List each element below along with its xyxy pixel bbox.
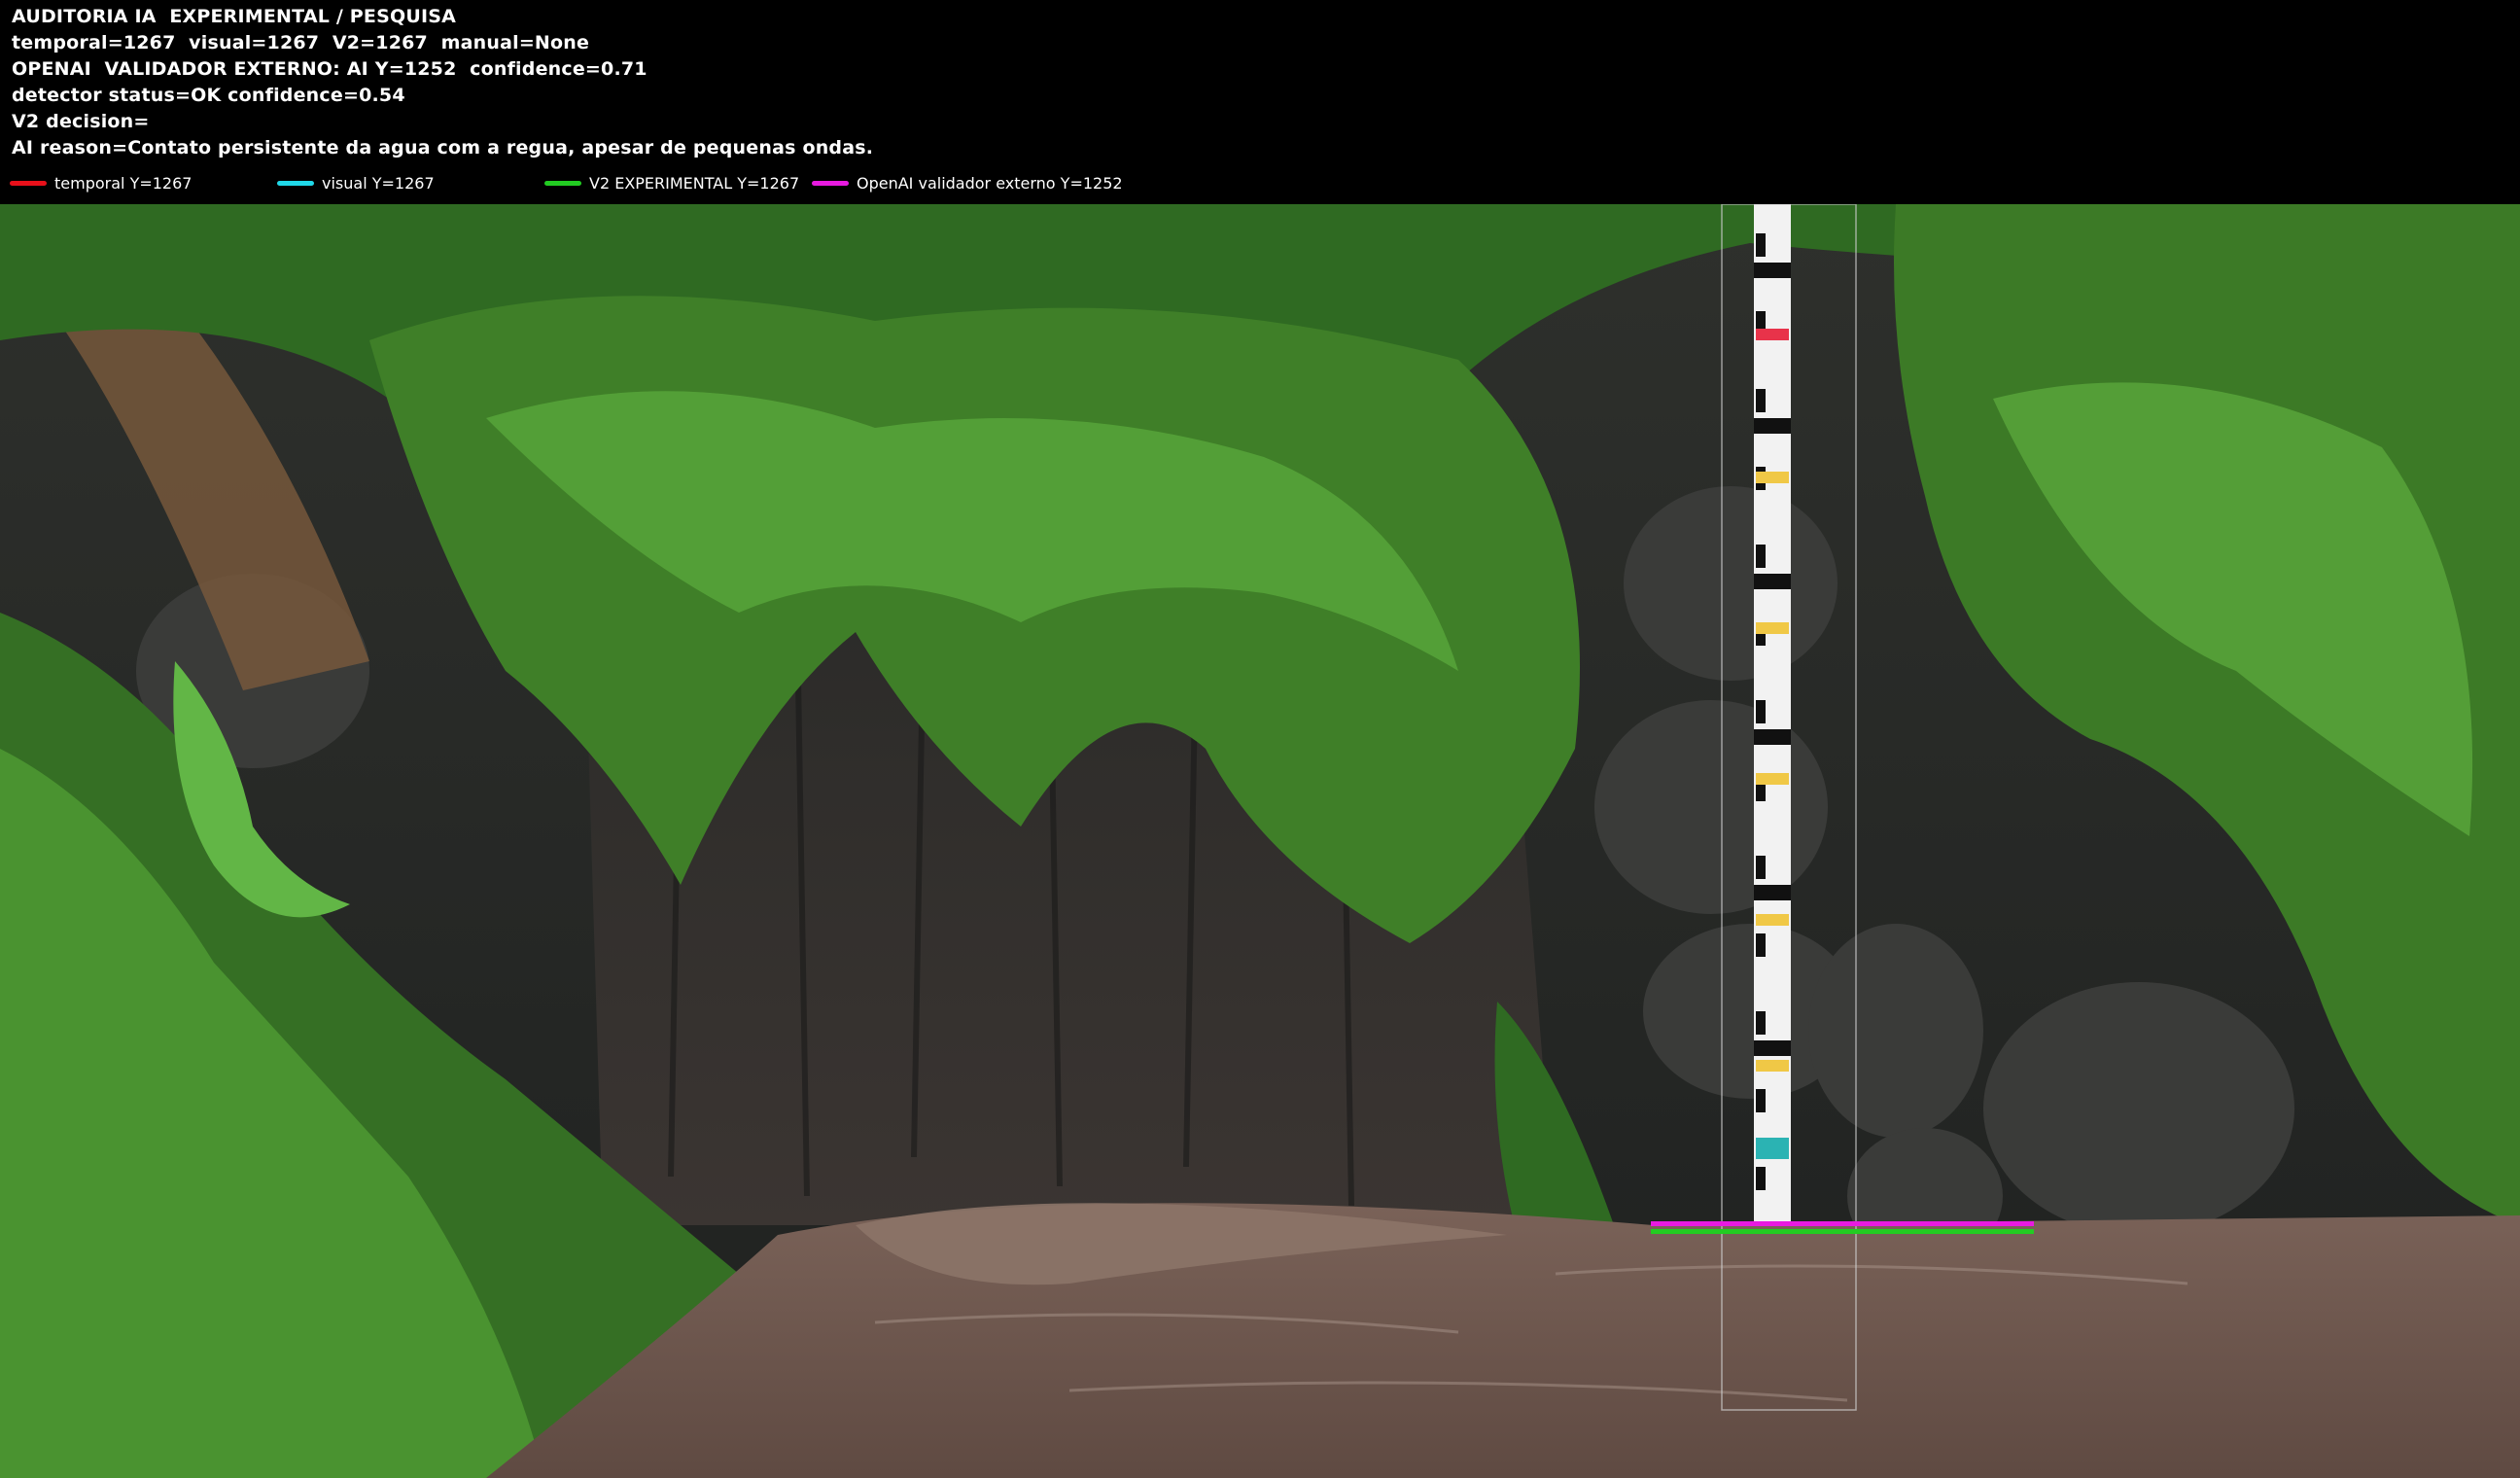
legend-label-temporal: temporal Y=1267 [54,173,192,193]
legend-label-openai: OpenAI validador externo Y=1252 [857,173,1123,193]
hud-reason-line: AI reason=Contato persistente da agua co… [12,137,874,158]
scene-canvas [0,204,2520,1478]
legend-swatch-v2 [544,180,581,186]
camera-scene [0,204,2520,1478]
hud-openai-line: OPENAI VALIDADOR EXTERNO: AI Y=1252 conf… [12,58,648,80]
legend-swatch-visual [277,180,314,186]
hud-values-line: temporal=1267 visual=1267 V2=1267 manual… [12,32,590,53]
legend-swatch-temporal [10,180,47,186]
legend-swatch-openai [812,180,849,186]
legend-item-visual: visual Y=1267 [277,171,435,194]
legend-item-openai: OpenAI validador externo Y=1252 [812,171,1123,194]
legend-item-temporal: temporal Y=1267 [10,171,192,194]
hud-detector-line: detector status=OK confidence=0.54 [12,85,405,106]
marker-openai [1651,1221,2034,1226]
legend-label-v2: V2 EXPERIMENTAL Y=1267 [589,173,800,193]
hud-title: AUDITORIA IA EXPERIMENTAL / PESQUISA [12,6,457,27]
river-water [486,1203,2520,1478]
audit-hud-panel: AUDITORIA IA EXPERIMENTAL / PESQUISA tem… [0,0,2520,204]
legend-label-visual: visual Y=1267 [322,173,435,193]
hud-decision-line: V2 decision= [12,111,150,132]
staff-gauge [1754,204,1791,1225]
marker-v2 [1651,1229,2034,1234]
legend-item-v2: V2 EXPERIMENTAL Y=1267 [544,171,799,194]
